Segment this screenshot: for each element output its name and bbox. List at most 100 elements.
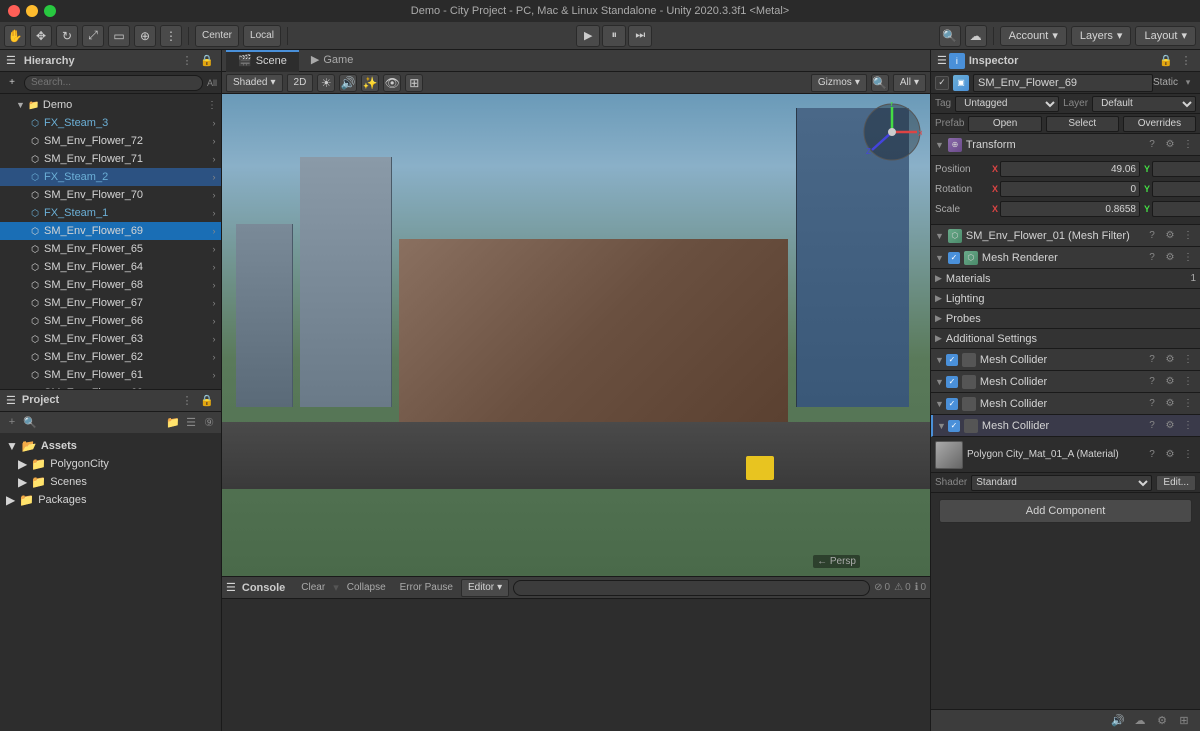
shader-edit-button[interactable]: Edit... — [1156, 475, 1196, 491]
cloud-icon[interactable]: ☁ — [965, 25, 987, 47]
grid-toggle[interactable]: ⊞ — [405, 74, 423, 92]
scale-x-input[interactable] — [1000, 201, 1140, 217]
hidden-toggle[interactable]: 👁 — [383, 74, 401, 92]
mesh-renderer-settings-icon[interactable]: ⚙ — [1162, 250, 1178, 266]
object-active-checkbox[interactable]: ✓ — [935, 76, 949, 90]
project-filter-icon[interactable]: ☰ — [183, 414, 199, 430]
collider3-settings-icon[interactable]: ⚙ — [1162, 396, 1178, 412]
console-collapse-button[interactable]: Collapse — [341, 579, 392, 597]
2d-button[interactable]: 2D — [287, 74, 314, 92]
collider4-settings-icon[interactable]: ⚙ — [1162, 418, 1178, 434]
tag-select[interactable]: Untagged — [955, 96, 1059, 112]
list-item-fx-steam2[interactable]: ⬡ FX_Steam_2 › — [0, 168, 221, 186]
demo-dots-icon[interactable]: ⋮ — [207, 100, 217, 111]
project-packages-folder[interactable]: ▶ 📁 Packages — [2, 491, 219, 509]
console-clear-button[interactable]: Clear — [295, 579, 331, 597]
mesh-filter-header[interactable]: ▼ ⬡ SM_Env_Flower_01 (Mesh Filter) ? ⚙ ⋮ — [931, 225, 1200, 247]
collider1-more-icon[interactable]: ⋮ — [1180, 352, 1196, 368]
window-controls[interactable] — [0, 5, 56, 17]
scene-search-icon[interactable]: 🔍 — [871, 74, 889, 92]
static-arrow-icon[interactable]: ▾ — [1180, 75, 1196, 91]
play-button[interactable]: ▶ — [576, 25, 600, 47]
maximize-button[interactable] — [44, 5, 56, 17]
collider1-help-icon[interactable]: ? — [1144, 352, 1160, 368]
rect-tool-btn[interactable]: ▭ — [108, 25, 130, 47]
position-x-input[interactable] — [1000, 161, 1140, 177]
list-item[interactable]: ⬡ SM_Env_Flower_61 › — [0, 366, 221, 384]
collider1-check[interactable]: ✓ — [946, 354, 958, 366]
hand-tool-btn[interactable]: ✋ — [4, 25, 26, 47]
list-item[interactable]: ⬡ SM_Env_Flower_65 › — [0, 240, 221, 258]
material-settings-icon[interactable]: ⚙ — [1162, 447, 1178, 463]
console-error-pause-button[interactable]: Error Pause — [394, 579, 459, 597]
status-icon-3[interactable]: ⚙ — [1154, 713, 1170, 729]
console-editor-dropdown[interactable]: Editor ▾ — [461, 579, 509, 597]
scale-tool-btn[interactable]: ⤢ — [82, 25, 104, 47]
local-button[interactable]: Local — [243, 25, 281, 47]
account-dropdown[interactable]: Account ▾ — [1000, 26, 1067, 46]
collider1-settings-icon[interactable]: ⚙ — [1162, 352, 1178, 368]
mesh-renderer-more-icon[interactable]: ⋮ — [1180, 250, 1196, 266]
rotation-y-input[interactable] — [1152, 181, 1200, 197]
collider2-more-icon[interactable]: ⋮ — [1180, 374, 1196, 390]
move-tool-btn[interactable]: ✥ — [30, 25, 52, 47]
list-item[interactable]: ⬡ FX_Steam_1 › — [0, 204, 221, 222]
gizmos-dropdown[interactable]: Gizmos ▾ — [811, 74, 867, 92]
position-y-input[interactable] — [1152, 161, 1200, 177]
shaded-dropdown[interactable]: Shaded ▾ — [226, 74, 283, 92]
add-component-button[interactable]: Add Component — [939, 499, 1192, 523]
mesh-filter-settings-icon[interactable]: ⚙ — [1162, 228, 1178, 244]
audio-toggle[interactable]: 🔊 — [339, 74, 357, 92]
lighting-section[interactable]: ▶ Lighting — [931, 289, 1200, 309]
list-item[interactable]: ⬡ SM_Env_Flower_63 › — [0, 330, 221, 348]
search-icon[interactable]: 🔍 — [939, 25, 961, 47]
lighting-toggle[interactable]: ☀ — [317, 74, 335, 92]
list-item[interactable]: ⬡ SM_Env_Flower_62 › — [0, 348, 221, 366]
transform-help-icon[interactable]: ? — [1144, 137, 1160, 153]
mesh-renderer-header[interactable]: ▼ ✓ ⬡ Mesh Renderer ? ⚙ ⋮ — [931, 247, 1200, 269]
list-item[interactable]: ⬡ SM_Env_Flower_71 › — [0, 150, 221, 168]
inspector-more-icon[interactable]: ⋮ — [1178, 53, 1194, 69]
scene-view[interactable]: X Y Z ← Persp — [222, 94, 930, 576]
probes-section[interactable]: ▶ Probes — [931, 309, 1200, 329]
all-dropdown[interactable]: All ▾ — [893, 74, 926, 92]
hierarchy-add-icon[interactable]: + — [4, 75, 20, 91]
list-item[interactable]: ⬡ SM_Env_Flower_70 › — [0, 186, 221, 204]
close-button[interactable] — [8, 5, 20, 17]
material-more-icon[interactable]: ⋮ — [1180, 447, 1196, 463]
collider3-help-icon[interactable]: ? — [1144, 396, 1160, 412]
list-item[interactable]: ⬡ SM_Env_Flower_64 › — [0, 258, 221, 276]
status-icon-2[interactable]: ☁ — [1132, 713, 1148, 729]
object-name-input[interactable] — [973, 74, 1153, 92]
transform-component-header[interactable]: ▼ ⊕ Transform ? ⚙ ⋮ — [931, 134, 1200, 156]
project-scenes-folder[interactable]: ▶ 📁 Scenes — [2, 473, 219, 491]
collider4-more-icon[interactable]: ⋮ — [1180, 418, 1196, 434]
project-folder2-icon[interactable]: 📁 — [165, 414, 181, 430]
rotation-x-input[interactable] — [1000, 181, 1140, 197]
additional-settings-section[interactable]: ▶ Additional Settings — [931, 329, 1200, 349]
list-item[interactable]: ⬡ SM_Env_Flower_68 › — [0, 276, 221, 294]
minimize-button[interactable] — [26, 5, 38, 17]
project-add-icon[interactable]: + — [4, 414, 20, 430]
status-icon-4[interactable]: ⊞ — [1176, 713, 1192, 729]
collider3-check[interactable]: ✓ — [946, 398, 958, 410]
material-help-icon[interactable]: ? — [1144, 447, 1160, 463]
project-lock-icon[interactable]: 🔒 — [199, 392, 215, 408]
inspector-lock-icon[interactable]: 🔒 — [1158, 53, 1174, 69]
collider2-help-icon[interactable]: ? — [1144, 374, 1160, 390]
center-button[interactable]: Center — [195, 25, 239, 47]
mesh-filter-help-icon[interactable]: ? — [1144, 228, 1160, 244]
fx-toggle[interactable]: ✨ — [361, 74, 379, 92]
project-polygoncity-folder[interactable]: ▶ 📁 PolygonCity — [2, 455, 219, 473]
prefab-open-button[interactable]: Open — [968, 116, 1041, 132]
step-button[interactable]: ⏭ — [628, 25, 652, 47]
hierarchy-search-input[interactable] — [24, 75, 203, 91]
shader-select[interactable]: Standard — [971, 475, 1152, 491]
tab-game[interactable]: ▶ Game — [299, 50, 365, 72]
hierarchy-item-demo[interactable]: ▼ 📁 Demo ⋮ — [0, 96, 221, 114]
collider2-settings-icon[interactable]: ⚙ — [1162, 374, 1178, 390]
list-item[interactable]: ⬡ SM_Env_Flower_67 › — [0, 294, 221, 312]
hierarchy-lock-icon[interactable]: 🔒 — [199, 53, 215, 69]
console-search-input[interactable] — [513, 580, 870, 596]
mesh-renderer-check[interactable]: ✓ — [948, 252, 960, 264]
